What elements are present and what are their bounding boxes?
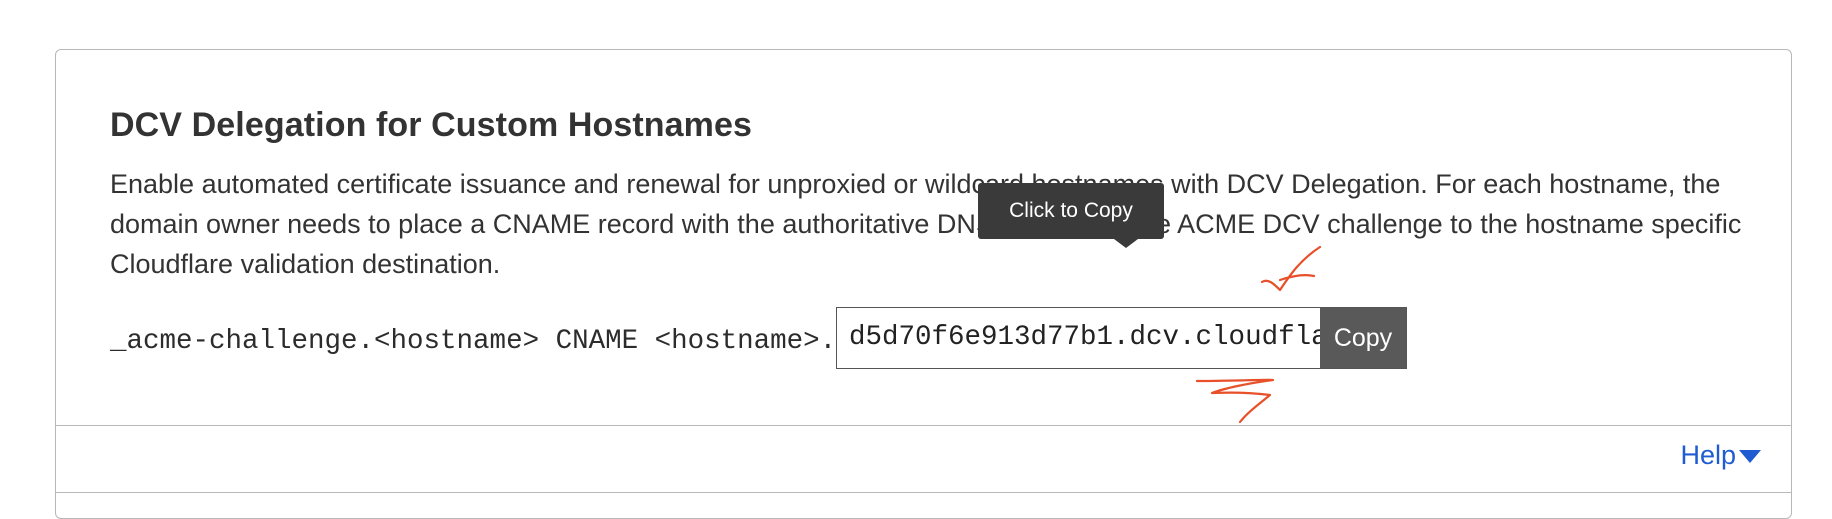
copy-button[interactable]: Copy <box>1320 308 1406 368</box>
click-to-copy-tooltip: Click to Copy <box>978 183 1164 239</box>
help-link-label[interactable]: Help <box>1680 440 1736 471</box>
card-footer-divider <box>56 425 1791 426</box>
dcv-delegation-card: DCV Delegation for Custom Hostnames Enab… <box>55 49 1792 519</box>
card-bottom-divider <box>56 492 1791 493</box>
caret-down-icon[interactable] <box>1739 450 1761 463</box>
dcv-destination-value[interactable]: d5d70f6e913d77b1.dcv.cloudflare.com <box>837 308 1320 368</box>
cname-record-label: _acme-challenge.<hostname> CNAME <hostna… <box>110 326 837 357</box>
help-link[interactable]: Help <box>1680 440 1761 471</box>
tooltip-arrow <box>1114 239 1138 248</box>
dcv-destination-copy-field[interactable]: d5d70f6e913d77b1.dcv.cloudflare.com Copy <box>836 307 1407 369</box>
card-description: Enable automated certificate issuance an… <box>110 169 1742 279</box>
card-title: DCV Delegation for Custom Hostnames <box>110 106 753 144</box>
